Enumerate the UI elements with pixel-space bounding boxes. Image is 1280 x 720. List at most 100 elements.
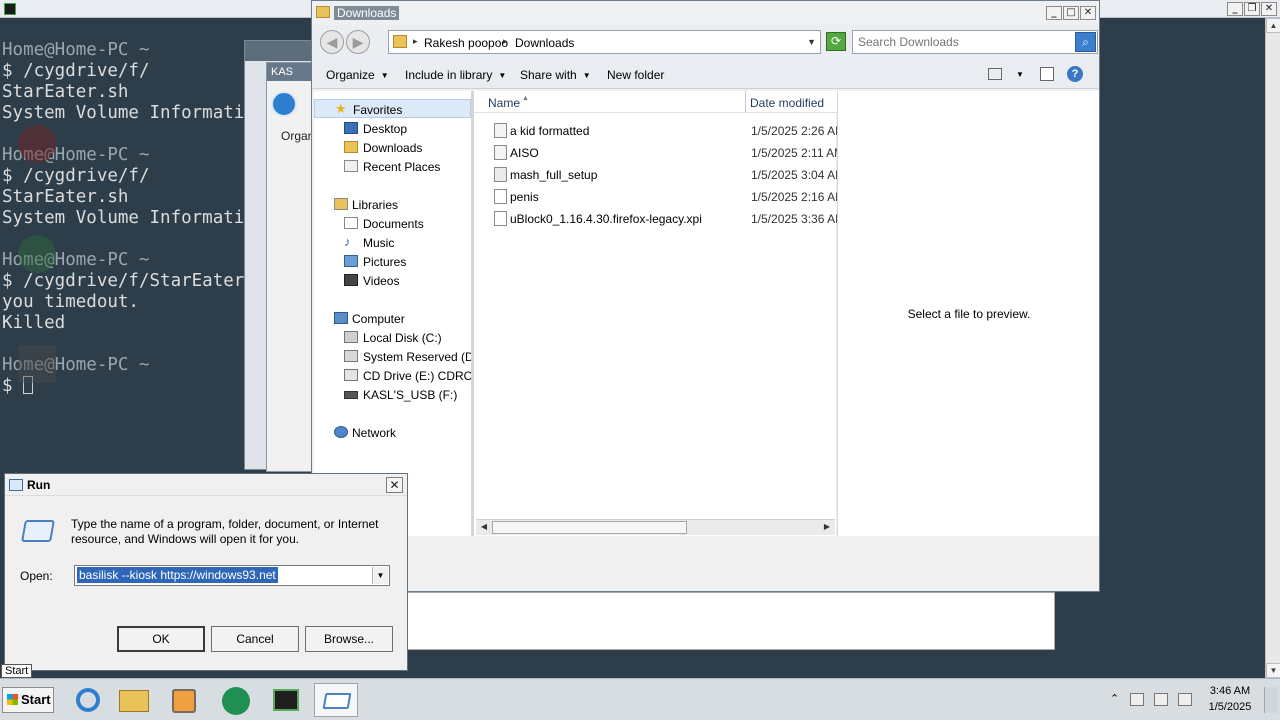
run-dialog-titlebar[interactable]: Run ✕ [5,474,407,496]
taskbar-internet-explorer[interactable] [66,683,110,717]
breadcrumb-downloads[interactable]: Downloads [515,36,574,50]
breadcrumb-separator-icon[interactable]: ▸ [503,36,508,47]
forward-button[interactable]: ▶ [346,30,370,54]
breadcrumb-user[interactable]: Rakesh poopoo [424,36,508,50]
file-date-modified: 1/5/2025 3:04 AM [751,168,846,182]
back-arrow-icon[interactable] [271,91,297,117]
nav-item-desktop[interactable]: Desktop [314,119,471,138]
nav-favorites[interactable]: ★ Favorites [314,99,471,118]
file-row[interactable]: AISO 1/5/2025 2:11 AM [492,143,844,163]
file-list-header: Name ▲ Date modified [474,91,837,113]
file-row[interactable]: uBlock0_1.16.4.30.firefox-legacy.xpi 1/5/… [492,209,845,229]
star-icon: ★ [335,101,347,116]
file-name: mash_full_setup [510,168,598,182]
run-program-icon [21,520,55,542]
file-row[interactable]: penis 1/5/2025 2:16 AM [492,187,845,207]
terminal-close-button[interactable]: ✕ [1261,2,1277,16]
ok-button[interactable]: OK [117,626,205,652]
search-input[interactable] [855,33,1070,51]
include-in-library-menu[interactable]: Include in library ▼ [405,68,506,82]
scroll-down-arrow-icon[interactable]: ▼ [1266,663,1280,678]
nav-item-downloads[interactable]: Downloads [314,138,471,157]
nav-item-videos[interactable]: Videos [314,271,471,290]
explorer-close-button[interactable]: ✕ [1080,6,1096,20]
open-dropdown-icon[interactable]: ▼ [372,567,388,584]
preview-pane-icon[interactable] [1040,67,1054,81]
network-tray-icon[interactable] [1154,693,1168,706]
explorer-titlebar[interactable]: Downloads _ □ ✕ [312,1,1099,25]
terminal-maximize-button[interactable]: ❐ [1244,2,1260,16]
explorer-maximize-button[interactable]: □ [1063,6,1079,20]
nav-item-system-reserved[interactable]: System Reserved (D:) [314,347,481,366]
search-icon[interactable]: ⌕ [1075,32,1096,52]
terminal-scrollbar[interactable]: ▲ ▼ [1265,18,1280,678]
nav-network[interactable]: Network [314,423,471,442]
nav-item-pictures[interactable]: Pictures [314,252,471,271]
nav-item-local-disk[interactable]: Local Disk (C:) [314,328,471,347]
start-button[interactable]: Start [2,687,54,713]
address-dropdown-icon[interactable]: ▼ [807,37,816,47]
nav-item-documents[interactable]: Documents [314,214,471,233]
downloads-explorer-window[interactable]: Downloads _ □ ✕ ◀ ▶ ▸ Rakesh poopoo ▸ Do… [311,0,1100,592]
column-header-date-modified[interactable]: Date modified [750,96,824,110]
volume-muted-icon[interactable] [1178,693,1192,706]
file-list[interactable]: Name ▲ Date modified a kid formatted 1/5/… [473,91,845,536]
refresh-button[interactable]: ⟳ [826,32,846,51]
hard-drive-icon [344,331,358,343]
taskbar-run-dialog[interactable] [314,683,358,717]
address-bar[interactable]: ▸ Rakesh poopoo ▸ Downloads ▼ [388,30,821,54]
breadcrumb-separator-icon[interactable]: ▸ [413,36,418,47]
taskbar-media-player[interactable] [162,683,206,717]
horizontal-scroll-thumb[interactable] [492,521,687,534]
file-list-horizontal-scrollbar[interactable]: ◀ ▶ [476,519,835,535]
nav-item-recent-places[interactable]: Recent Places [314,157,471,176]
column-header-name[interactable]: Name [488,96,520,110]
nav-network-label: Network [352,426,397,440]
file-row[interactable]: mash_full_setup 1/5/2025 3:04 AM [492,165,845,185]
file-row[interactable]: a kid formatted 1/5/2025 2:26 AM [492,121,845,141]
run-close-button[interactable]: ✕ [386,477,403,493]
terminal-minimize-button[interactable]: _ [1227,2,1243,16]
taskbar-green-app[interactable] [214,683,258,717]
nav-favorites-label: Favorites [353,103,403,117]
nav-item-music[interactable]: ♪ Music [314,233,471,252]
background-explorer-window[interactable]: KAS Organ [266,62,316,472]
organize-menu[interactable]: Organize ▼ [326,68,389,82]
open-input[interactable]: basilisk --kiosk https://windows93.net [77,567,278,583]
scroll-left-arrow-icon[interactable]: ◀ [477,521,491,534]
run-dialog[interactable]: Run ✕ Type the name of a program, folder… [4,473,408,671]
show-desktop-button[interactable] [1264,687,1278,713]
terminal-text: $ /cygdrive/f/StarEater. [2,271,255,291]
downloads-folder-icon [344,141,358,153]
action-center-icon[interactable] [1130,693,1144,706]
scroll-up-arrow-icon[interactable]: ▲ [1266,18,1280,33]
scroll-right-arrow-icon[interactable]: ▶ [820,521,834,534]
nav-libraries[interactable]: Libraries [314,195,471,214]
taskbar-cygwin-terminal[interactable] [264,683,308,717]
terminal-output[interactable]: Home@Home-PC ~ $ /cygdrive/f/StarEater.sh… [2,40,272,397]
clock-time[interactable]: 3:46 AM [1200,685,1260,697]
background-organize-label[interactable]: Organ [281,129,314,143]
browse-button[interactable]: Browse... [305,626,393,652]
nav-item-cd-drive[interactable]: CD Drive (E:) CDROM [314,366,483,385]
column-divider[interactable] [745,91,746,113]
nav-item-label: CD Drive (E:) CDROM [363,369,483,383]
change-view-icon[interactable] [988,68,1002,80]
share-with-menu[interactable]: Share with ▼ [520,68,591,82]
open-combobox[interactable]: basilisk --kiosk https://windows93.net ▼ [74,565,390,586]
back-button[interactable]: ◀ [320,30,344,54]
navigation-pane[interactable]: ★ Favorites Desktop Downloads Recent Pla… [314,91,483,536]
search-box[interactable]: ⌕ [852,30,1098,54]
clock-date[interactable]: 1/5/2025 [1200,701,1260,713]
taskbar-explorer[interactable] [112,683,156,717]
help-icon[interactable]: ? [1067,66,1083,82]
terminal-line: $ /cygdrive/f/ [2,166,272,187]
cancel-button[interactable]: Cancel [211,626,299,652]
background-window-titlebar[interactable] [245,41,313,61]
new-folder-button[interactable]: New folder [607,68,664,82]
view-dropdown-icon[interactable]: ▼ [1016,70,1024,79]
show-hidden-icons-arrow-icon[interactable]: ⌃ [1110,692,1119,705]
nav-item-usb[interactable]: KASL'S_USB (F:) [314,385,471,404]
nav-computer[interactable]: Computer [314,309,471,328]
explorer-minimize-button[interactable]: _ [1046,6,1062,20]
